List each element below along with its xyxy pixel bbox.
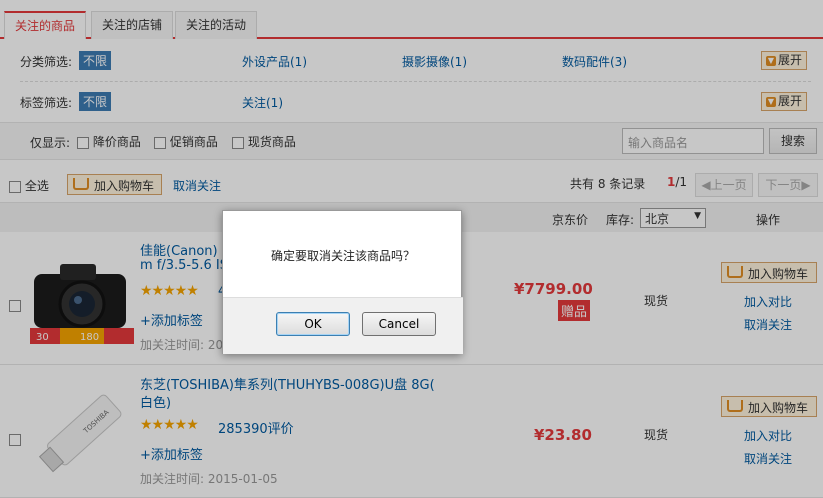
confirm-message: 确定要取消关注该商品吗？ <box>270 249 415 263</box>
cancel-button[interactable]: Cancel <box>362 312 436 336</box>
confirm-dialog: 确定要取消关注该商品吗？ OK Cancel <box>222 210 463 354</box>
dialog-footer: OK Cancel <box>223 297 463 354</box>
ok-button[interactable]: OK <box>276 312 350 336</box>
